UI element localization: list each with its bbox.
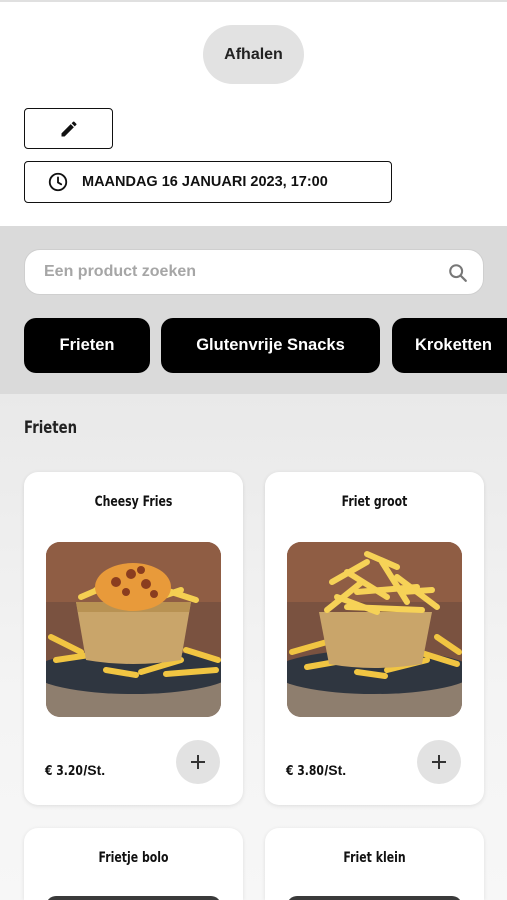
product-image[interactable]: [287, 896, 462, 900]
product-image[interactable]: [46, 542, 221, 717]
section-title: Frieten: [24, 418, 78, 438]
product-card-cheesy-fries[interactable]: Cheesy Fries € 3.20/St.: [24, 472, 243, 805]
add-to-cart-button[interactable]: [176, 740, 220, 784]
add-to-cart-button[interactable]: [417, 740, 461, 784]
product-name: Frietje bolo: [98, 850, 169, 866]
product-price: € 3.20/St.: [45, 762, 106, 779]
product-image[interactable]: [287, 542, 462, 717]
clock-icon: [47, 171, 69, 193]
category-chip-kroketten[interactable]: Kroketten: [392, 318, 507, 373]
pencil-icon: [59, 119, 79, 139]
category-chip-frieten[interactable]: Frieten: [24, 318, 150, 373]
plus-icon: [189, 753, 207, 771]
pickup-datetime-label: MAANDAG 16 JANUARI 2023, 17:00: [82, 174, 328, 190]
product-image[interactable]: [46, 896, 221, 900]
category-chip-glutenvrije-snacks[interactable]: Glutenvrije Snacks: [161, 318, 380, 373]
edit-button[interactable]: [24, 108, 113, 149]
order-type-pill[interactable]: Afhalen: [203, 25, 304, 84]
product-price: € 3.80/St.: [286, 762, 347, 779]
product-card-friet-groot[interactable]: Friet groot € 3.80/St.: [265, 472, 484, 805]
top-divider: [0, 0, 507, 2]
product-name: Friet groot: [341, 494, 408, 510]
product-name: Cheesy Fries: [94, 494, 173, 510]
category-chips: Frieten Glutenvrije Snacks Kroketten: [0, 226, 507, 394]
product-name: Friet klein: [343, 850, 406, 866]
header: Afhalen MAANDAG 16 JANUARI 2023, 17:00: [0, 0, 507, 226]
plus-icon: [430, 753, 448, 771]
product-card-friet-klein[interactable]: Friet klein: [265, 828, 484, 900]
pickup-datetime-button[interactable]: MAANDAG 16 JANUARI 2023, 17:00: [24, 161, 392, 203]
product-card-frietje-bolo[interactable]: Frietje bolo: [24, 828, 243, 900]
